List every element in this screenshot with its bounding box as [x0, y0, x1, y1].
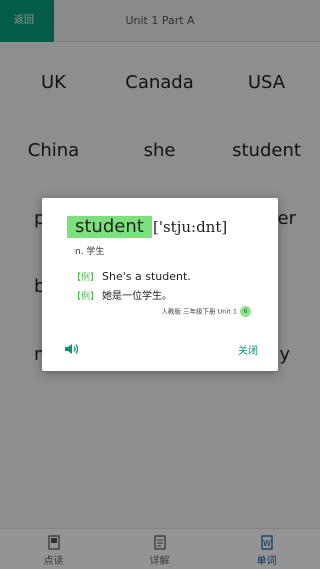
dialog-word: student [67, 216, 152, 238]
example-english-text: She's a student. [102, 270, 191, 283]
source-badge: 6 [240, 306, 251, 317]
phonetic-text: ['stju:dnt] [153, 218, 228, 236]
example-chinese-text: 她是一位学生。 [102, 291, 173, 302]
example-tag: 【例】 [72, 292, 100, 302]
word-detail-dialog: student ['stju:dnt] n. 学生 【例】 She's a stu… [42, 198, 278, 371]
example-english: 【例】 She's a student. [72, 270, 191, 283]
source-label: 人教版 三年级下册 Unit 16 [161, 306, 251, 318]
example-chinese: 【例】 她是一位学生。 [72, 287, 172, 302]
word-meaning: n. 学生 [75, 247, 105, 257]
close-button[interactable]: 关闭 [238, 342, 258, 357]
speaker-icon[interactable] [64, 343, 80, 355]
example-tag: 【例】 [72, 273, 100, 283]
source-text: 人教版 三年级下册 Unit 1 [161, 307, 237, 316]
